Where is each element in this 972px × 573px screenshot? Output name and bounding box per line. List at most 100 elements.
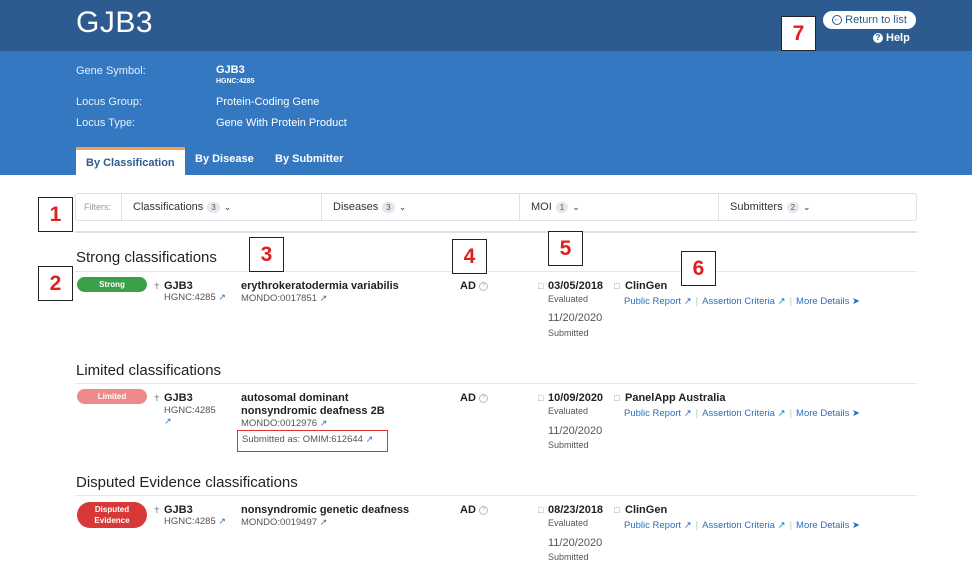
external-link-icon: ↗ [777, 408, 786, 419]
external-link-icon: ↗ [319, 418, 328, 428]
filter-count-badge: 3 [207, 201, 220, 213]
filter-classifications[interactable]: Classifications 3 ⌄ [122, 194, 322, 220]
section-divider [75, 271, 917, 272]
moi-text: AD [460, 392, 476, 404]
arrow-right-circle-icon: ➤ [852, 296, 860, 307]
hgnc-link[interactable]: HGNC:4285 ↗ [164, 292, 226, 303]
question-icon[interactable]: ? [478, 393, 488, 403]
submitted-as-link[interactable]: Submitted as: OMIM:612644 ↗ [237, 430, 388, 452]
separator: | [695, 408, 699, 419]
more-details-link[interactable]: More Details ➤ [796, 408, 860, 419]
external-link-icon: ↗ [777, 520, 786, 531]
gene-symbol-label: Gene Symbol: [76, 65, 146, 77]
filter-diseases[interactable]: Diseases 3 ⌄ [322, 194, 520, 220]
external-link-icon: ↗ [164, 416, 172, 426]
help-label: Help [886, 32, 910, 44]
callout-4: 4 [452, 239, 487, 274]
more-details-link[interactable]: More Details ➤ [796, 520, 860, 531]
submitted-date: 11/20/2020 [548, 425, 603, 437]
filter-submitters[interactable]: Submitters 2 ⌄ [719, 194, 915, 220]
gene-info-panel: Gene Symbol: GJB3 HGNC:4285 Locus Group:… [0, 51, 972, 175]
submitted-label: Submitted [548, 328, 589, 338]
gene-symbol-hgnc: HGNC:4285 [216, 78, 255, 85]
more-details-link[interactable]: More Details ➤ [796, 296, 860, 307]
badge-line-2: Evidence [94, 516, 130, 525]
external-link-icon: ↗ [319, 517, 328, 527]
filter-moi[interactable]: MOI 1 ⌄ [520, 194, 719, 220]
evaluated-date: 10/09/2020 [548, 392, 604, 404]
chevron-down-icon: ⌄ [223, 201, 232, 212]
submitter-name: ClinGen [625, 280, 668, 292]
evaluated-date: 08/23/2018 [548, 504, 604, 516]
more-details-label: More Details [796, 520, 850, 531]
arrow-right-circle-icon: ➤ [852, 408, 860, 419]
assertion-criteria-label: Assertion Criteria [702, 296, 775, 307]
mondo-id: MONDO:0019497 [241, 517, 318, 528]
locus-group-label: Locus Group: [76, 96, 143, 108]
arrow-right-circle-icon: ➤ [852, 520, 860, 531]
return-label: Return to list [845, 14, 907, 26]
assertion-criteria-label: Assertion Criteria [702, 408, 775, 419]
calendar-icon: □ [538, 505, 544, 515]
filter-diseases-label: Diseases [333, 201, 379, 213]
divider [75, 231, 917, 233]
mondo-link[interactable]: MONDO:0012976 ↗ [241, 418, 327, 429]
hgnc-id: HGNC:4285 [164, 516, 216, 527]
separator: | [789, 408, 793, 419]
public-report-link[interactable]: Public Report ↗ [624, 296, 692, 307]
submitted-label: Submitted [548, 440, 589, 450]
help-link[interactable]: ? Help [873, 32, 910, 44]
moi-text: AD [460, 280, 476, 292]
submitted-label: Submitted [548, 552, 589, 562]
filter-classifications-label: Classifications [133, 201, 204, 213]
gene-name: GJB3 [164, 504, 193, 516]
page-title: GJB3 [76, 6, 154, 39]
hgnc-link[interactable]: HGNC:4285 ↗ [164, 405, 224, 427]
assertion-criteria-link[interactable]: Assertion Criteria ↗ [702, 520, 785, 531]
question-icon[interactable]: ? [478, 505, 488, 515]
tab-by-disease[interactable]: By Disease [185, 147, 264, 175]
evaluated-date: 03/05/2018 [548, 280, 604, 292]
external-link-icon: ↗ [218, 516, 226, 526]
external-link-icon: ↗ [777, 296, 786, 307]
callout-1: 1 [38, 197, 73, 232]
section-title-disputed: Disputed Evidence classifications [76, 474, 298, 491]
question-icon[interactable]: ? [478, 281, 488, 291]
assertion-criteria-link[interactable]: Assertion Criteria ↗ [702, 408, 785, 419]
evaluated-label: Evaluated [548, 406, 589, 416]
public-report-label: Public Report [624, 520, 682, 531]
mondo-link[interactable]: MONDO:0019497 ↗ [241, 517, 327, 528]
external-link-icon: ↗ [683, 520, 692, 531]
public-report-link[interactable]: Public Report ↗ [624, 408, 692, 419]
callout-7: 7 [781, 16, 816, 51]
moi-value: AD ? [460, 280, 488, 292]
classification-badge-strong: Strong [77, 277, 147, 292]
public-report-link[interactable]: Public Report ↗ [624, 520, 692, 531]
gene-icon: ✝ [153, 505, 161, 515]
filter-moi-label: MOI [531, 201, 552, 213]
moi-value: AD ? [460, 504, 488, 516]
locus-type-label: Locus Type: [76, 117, 136, 129]
hgnc-link[interactable]: HGNC:4285 ↗ [164, 516, 226, 527]
tab-by-submitter[interactable]: By Submitter [265, 147, 353, 175]
calendar-icon: □ [538, 281, 544, 291]
assertion-criteria-label: Assertion Criteria [702, 520, 775, 531]
row-links: Public Report ↗ | Assertion Criteria ↗ |… [624, 520, 860, 531]
external-link-icon: ↗ [365, 434, 374, 444]
external-link-icon: ↗ [218, 292, 226, 302]
moi-text: AD [460, 504, 476, 516]
question-icon: ? [873, 33, 883, 43]
gene-icon: ✝ [153, 281, 161, 291]
external-link-icon: ↗ [319, 293, 328, 303]
moi-value: AD ? [460, 392, 488, 404]
assertion-criteria-link[interactable]: Assertion Criteria ↗ [702, 296, 785, 307]
public-report-label: Public Report [624, 408, 682, 419]
tab-by-classification[interactable]: By Classification [76, 147, 185, 175]
separator: | [695, 520, 699, 531]
submitted-as-text: Submitted as: OMIM:612644 [242, 434, 363, 445]
callout-5: 5 [548, 231, 583, 266]
return-to-list-button[interactable]: ← Return to list [823, 11, 916, 29]
gene-name: GJB3 [164, 392, 193, 404]
mondo-link[interactable]: MONDO:0017851 ↗ [241, 293, 327, 304]
row-links: Public Report ↗ | Assertion Criteria ↗ |… [624, 296, 860, 307]
